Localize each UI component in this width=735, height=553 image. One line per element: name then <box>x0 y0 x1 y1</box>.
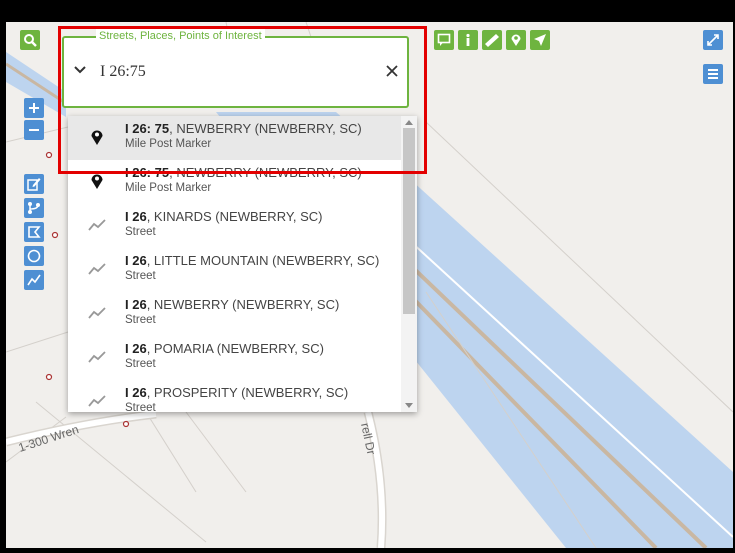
line-icon <box>27 274 41 286</box>
expand-button[interactable] <box>703 30 723 50</box>
search-icon <box>24 34 37 47</box>
street-line-icon <box>88 307 106 319</box>
suggestion-place: , NEWBERRY (NEWBERRY, SC) <box>169 121 362 136</box>
route-tool-button[interactable] <box>24 198 44 218</box>
search-panel[interactable]: Streets, Places, Points of Interest I 26… <box>62 29 409 108</box>
suggestion-match: I 26 <box>125 385 147 400</box>
parcel-line <box>6 331 69 353</box>
address-point[interactable] <box>51 231 59 239</box>
suggestion-type: Street <box>125 270 156 282</box>
suggestion-place: , LITTLE MOUNTAIN (NEWBERRY, SC) <box>146 253 380 268</box>
suggestion-match: I 26 <box>125 253 147 268</box>
close-icon <box>386 65 398 77</box>
search-input[interactable]: I 26:75 <box>100 63 146 81</box>
parcel-line <box>145 411 197 493</box>
suggestion-match: I 26: 75 <box>125 165 170 180</box>
street-line-icon-wrap <box>88 348 106 366</box>
scroll-down-arrow[interactable] <box>405 403 413 408</box>
layers-menu-icon <box>708 69 718 79</box>
suggestion-place: , NEWBERRY (NEWBERRY, SC) <box>146 297 340 312</box>
map-marker-icon-wrap <box>88 172 106 190</box>
suggestion-place: , POMARIA (NEWBERRY, SC) <box>146 341 324 356</box>
suggestion-item[interactable]: I 26, KINARDS (NEWBERRY, SC) Street <box>68 204 401 248</box>
search-field-legend: Streets, Places, Points of Interest <box>96 29 265 43</box>
polygon-icon <box>28 226 41 238</box>
suggestion-place: , NEWBERRY (NEWBERRY, SC) <box>169 165 362 180</box>
suggestion-type: Mile Post Marker <box>125 182 212 194</box>
suggestion-title: I 26, POMARIA (NEWBERRY, SC) <box>125 341 324 356</box>
suggestion-place: , PROSPERITY (NEWBERRY, SC) <box>146 385 349 400</box>
suggestion-item[interactable]: I 26, PROSPERITY (NEWBERRY, SC) Street <box>68 380 401 412</box>
expand-icon <box>707 34 719 46</box>
zoom-in-icon <box>29 103 39 113</box>
address-point[interactable] <box>122 420 130 428</box>
scroll-up-arrow[interactable] <box>405 120 413 125</box>
chevron-down-icon[interactable] <box>74 66 86 74</box>
street-line-icon <box>88 351 106 363</box>
street-line-icon-wrap <box>88 216 106 234</box>
suggestion-type: Street <box>125 358 156 370</box>
suggestion-item[interactable]: I 26, POMARIA (NEWBERRY, SC) Street <box>68 336 401 380</box>
measure-icon <box>485 34 499 47</box>
street-label: 1-300 Wren <box>17 422 81 455</box>
comment-icon <box>437 33 451 46</box>
suggestion-title: I 26, LITTLE MOUNTAIN (NEWBERRY, SC) <box>125 253 379 268</box>
address-point[interactable] <box>45 151 53 159</box>
edit-tool-button[interactable] <box>24 174 44 194</box>
zoom-out-button[interactable] <box>24 120 44 140</box>
map-marker-icon <box>91 130 103 145</box>
search-button[interactable] <box>20 30 40 50</box>
suggestion-title: I 26: 75, NEWBERRY (NEWBERRY, SC) <box>125 165 362 180</box>
suggestion-title: I 26, PROSPERITY (NEWBERRY, SC) <box>125 385 348 400</box>
navigate-button[interactable] <box>530 30 550 50</box>
location-pin-icon <box>511 34 521 46</box>
layers-menu-button[interactable] <box>703 64 723 84</box>
street-line-icon-wrap <box>88 304 106 322</box>
navigate-arrow-icon <box>534 34 546 46</box>
scrollbar[interactable] <box>401 116 417 412</box>
circle-tool-button[interactable] <box>24 246 44 266</box>
street-line-icon-wrap <box>88 260 106 278</box>
map-marker-icon <box>91 174 103 189</box>
scroll-thumb[interactable] <box>403 128 415 314</box>
route-icon <box>28 202 40 214</box>
suggestion-item[interactable]: I 26: 75, NEWBERRY (NEWBERRY, SC) Mile Po… <box>68 116 401 160</box>
parcel-line <box>185 411 247 493</box>
line-tool-button[interactable] <box>24 270 44 290</box>
location-button[interactable] <box>506 30 526 50</box>
info-icon <box>466 33 470 46</box>
comment-button[interactable] <box>434 30 454 50</box>
suggestion-title: I 26, NEWBERRY (NEWBERRY, SC) <box>125 297 339 312</box>
suggestion-item[interactable]: I 26: 75, NEWBERRY (NEWBERRY, SC) Mile Po… <box>68 160 401 204</box>
polygon-tool-button[interactable] <box>24 222 44 242</box>
street-line-icon <box>88 219 106 231</box>
suggestion-title: I 26: 75, NEWBERRY (NEWBERRY, SC) <box>125 121 362 136</box>
street-line-icon <box>88 263 106 275</box>
zoom-out-icon <box>29 129 39 131</box>
street-line-icon-wrap <box>88 392 106 410</box>
suggestion-list[interactable]: I 26: 75, NEWBERRY (NEWBERRY, SC) Mile Po… <box>68 116 417 412</box>
suggestion-match: I 26 <box>125 297 147 312</box>
clear-search-button[interactable] <box>385 63 399 81</box>
map-marker-icon-wrap <box>88 128 106 146</box>
suggestion-item[interactable]: I 26, NEWBERRY (NEWBERRY, SC) Street <box>68 292 401 336</box>
suggestion-place: , KINARDS (NEWBERRY, SC) <box>146 209 323 224</box>
measure-button[interactable] <box>482 30 502 50</box>
info-button[interactable] <box>458 30 478 50</box>
suggestion-match: I 26: 75 <box>125 121 170 136</box>
suggestion-title: I 26, KINARDS (NEWBERRY, SC) <box>125 209 322 224</box>
suggestion-type: Mile Post Marker <box>125 138 212 150</box>
edit-icon <box>27 178 41 191</box>
suggestion-type: Street <box>125 402 156 412</box>
suggestion-item[interactable]: I 26, LITTLE MOUNTAIN (NEWBERRY, SC) Stre… <box>68 248 401 292</box>
zoom-in-button[interactable] <box>24 98 44 118</box>
address-point[interactable] <box>45 373 53 381</box>
circle-icon <box>27 249 41 263</box>
street-line-icon <box>88 395 106 407</box>
suggestion-match: I 26 <box>125 341 147 356</box>
suggestion-type: Street <box>125 314 156 326</box>
suggestion-type: Street <box>125 226 156 238</box>
suggestion-match: I 26 <box>125 209 147 224</box>
